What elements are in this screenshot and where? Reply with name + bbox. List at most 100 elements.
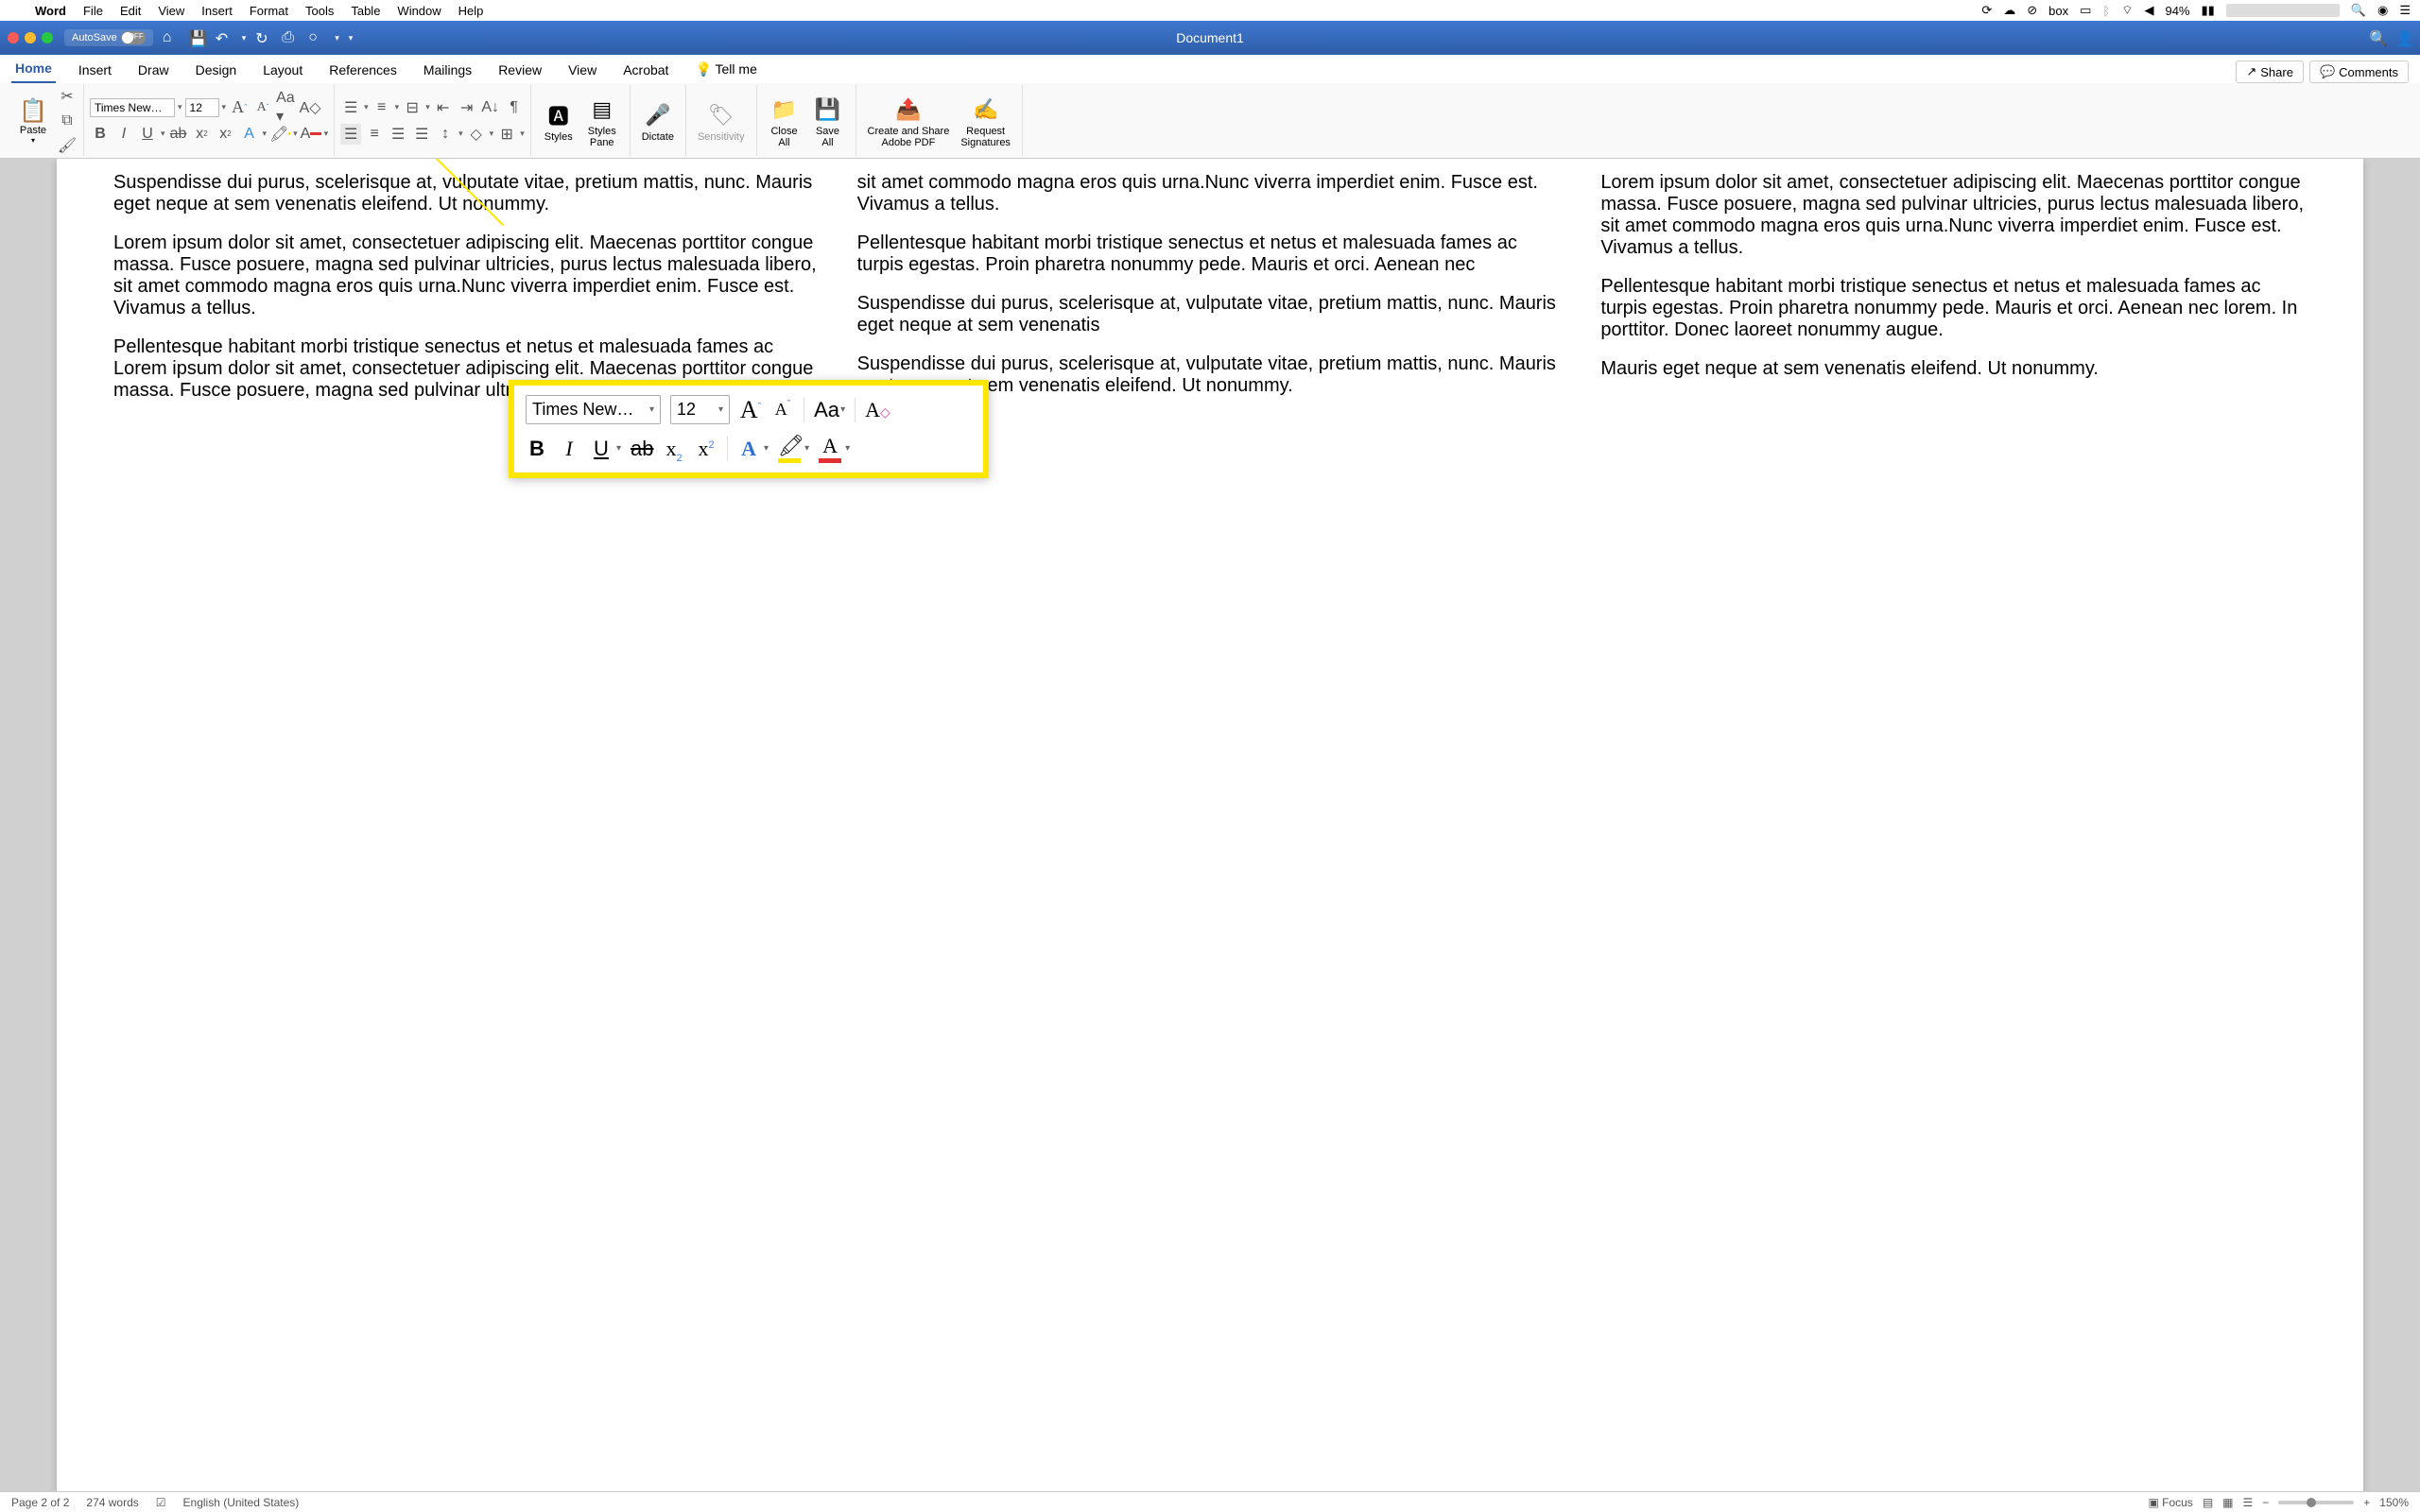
- save-icon[interactable]: 💾: [189, 29, 206, 46]
- tell-me[interactable]: 💡 Tell me: [691, 56, 760, 83]
- styles-gallery[interactable]: 🅰Styles: [537, 99, 580, 143]
- tab-home[interactable]: Home: [11, 55, 56, 83]
- cc-icon[interactable]: ⊘: [2027, 3, 2037, 18]
- comments-button[interactable]: 💬 Comments: [2309, 60, 2409, 83]
- shape-circle-icon[interactable]: ○: [308, 29, 325, 46]
- copy-icon[interactable]: ⧉: [57, 111, 78, 131]
- tab-layout[interactable]: Layout: [259, 57, 306, 83]
- chevron-down-icon[interactable]: ▾: [764, 443, 769, 454]
- page[interactable]: Suspendisse dui purus, scelerisque at, v…: [57, 159, 2363, 1491]
- menu-insert[interactable]: Insert: [201, 4, 233, 18]
- sync-icon[interactable]: ⟳: [1981, 3, 1992, 18]
- line-spacing-icon[interactable]: ↕: [435, 124, 456, 145]
- strikethrough-button[interactable]: ab: [168, 124, 189, 145]
- change-case-icon[interactable]: Aa ▾: [276, 97, 297, 118]
- siri-icon[interactable]: ◉: [2377, 3, 2388, 18]
- shape-chevron-icon[interactable]: ▾: [335, 33, 339, 43]
- clear-formatting-icon[interactable]: A◇: [300, 97, 320, 118]
- clear-formatting-icon[interactable]: A◇: [865, 398, 888, 422]
- redo-icon[interactable]: ↻: [255, 29, 272, 46]
- chevron-down-icon[interactable]: ▾: [644, 404, 660, 415]
- bold-button[interactable]: B: [90, 124, 111, 145]
- minimize-button[interactable]: [25, 32, 36, 43]
- share-button[interactable]: ↗ Share: [2236, 60, 2304, 83]
- change-case-icon[interactable]: Aa: [814, 398, 837, 422]
- italic-button[interactable]: I: [558, 437, 580, 461]
- superscript-button[interactable]: x2: [695, 437, 717, 461]
- format-painter-icon[interactable]: 🖌: [57, 135, 78, 156]
- subscript-button[interactable]: x2: [192, 124, 213, 145]
- page-indicator[interactable]: Page 2 of 2: [11, 1496, 69, 1509]
- print-icon[interactable]: ⎙: [282, 29, 299, 46]
- zoom-button[interactable]: [42, 32, 53, 43]
- menu-window[interactable]: Window: [397, 4, 441, 18]
- subscript-button[interactable]: x2: [663, 437, 685, 461]
- justify-icon[interactable]: ☰: [411, 124, 432, 145]
- autosave-toggle[interactable]: AutoSave OFF: [64, 29, 153, 46]
- proofing-icon[interactable]: ☑: [156, 1496, 166, 1509]
- tab-references[interactable]: References: [325, 57, 401, 83]
- bold-button[interactable]: B: [526, 437, 548, 461]
- fontcolor-chevron-icon[interactable]: ▾: [324, 129, 329, 139]
- underline-button[interactable]: U: [590, 437, 613, 461]
- decrease-indent-icon[interactable]: ⇤: [433, 97, 454, 118]
- superscript-button[interactable]: x2: [216, 124, 236, 145]
- styles-pane-button[interactable]: ▤Styles Pane: [580, 94, 624, 148]
- para[interactable]: Suspendisse dui purus, scelerisque at, v…: [113, 172, 820, 215]
- align-right-icon[interactable]: ☰: [388, 124, 408, 145]
- tab-acrobat[interactable]: Acrobat: [619, 57, 672, 83]
- callout-size-select[interactable]: [671, 396, 718, 423]
- bluetooth-icon[interactable]: ᛒ: [2102, 4, 2110, 18]
- highlight-icon[interactable]: 🖍: [269, 124, 290, 145]
- chevron-down-icon[interactable]: ▾: [713, 404, 729, 415]
- italic-button[interactable]: I: [113, 124, 134, 145]
- sort-icon[interactable]: A↓: [480, 97, 501, 118]
- control-center-icon[interactable]: ☰: [2399, 3, 2411, 18]
- para[interactable]: Pellentesque habitant morbi tristique se…: [857, 232, 1564, 276]
- close-all-button[interactable]: 📁Close All: [763, 94, 806, 148]
- undo-chevron-icon[interactable]: ▾: [242, 33, 247, 43]
- sensitivity-button[interactable]: 🏷Sensitivity: [692, 99, 751, 143]
- zoom-level[interactable]: 150%: [2379, 1496, 2409, 1509]
- menu-table[interactable]: Table: [351, 4, 380, 18]
- create-share-pdf-button[interactable]: 📤Create and Share Adobe PDF: [862, 94, 956, 148]
- menu-tools[interactable]: Tools: [305, 4, 334, 18]
- wifi-icon[interactable]: ⌔: [2121, 3, 2133, 18]
- para[interactable]: Suspendisse dui purus, scelerisque at, v…: [857, 293, 1564, 336]
- chevron-down-icon[interactable]: ▾: [616, 443, 621, 454]
- text-effects-icon[interactable]: A: [239, 124, 260, 145]
- tab-mailings[interactable]: Mailings: [420, 57, 475, 83]
- zoom-in-icon[interactable]: +: [2363, 1496, 2370, 1509]
- multilevel-icon[interactable]: ⊟: [402, 97, 423, 118]
- tab-draw[interactable]: Draw: [134, 57, 173, 83]
- shrink-font-icon[interactable]: Aˇ: [252, 97, 273, 118]
- menu-file[interactable]: File: [83, 4, 103, 18]
- numbering-icon[interactable]: ≡: [372, 97, 392, 118]
- font-name-select[interactable]: [90, 98, 175, 117]
- shrink-font-icon[interactable]: Aˇ: [771, 400, 794, 420]
- home-icon[interactable]: ⌂: [163, 29, 180, 46]
- language-indicator[interactable]: English (United States): [183, 1496, 300, 1509]
- text-effects-icon[interactable]: A: [737, 437, 760, 461]
- font-color-icon[interactable]: A: [819, 434, 841, 463]
- dictate-button[interactable]: 🎤Dictate: [636, 99, 680, 143]
- tab-view[interactable]: View: [564, 57, 600, 83]
- paste-button[interactable]: 📋 Paste ▾: [13, 97, 53, 145]
- close-button[interactable]: [8, 32, 19, 43]
- zoom-out-icon[interactable]: −: [2262, 1496, 2269, 1509]
- borders-icon[interactable]: ⊞: [496, 124, 517, 145]
- spotlight-icon[interactable]: 🔍: [2351, 3, 2366, 18]
- cloud-icon[interactable]: ☁: [2003, 3, 2015, 18]
- font-chevron-icon[interactable]: ▾: [178, 102, 182, 112]
- request-signatures-button[interactable]: ✍Request Signatures: [955, 94, 1016, 148]
- size-chevron-icon[interactable]: ▾: [222, 102, 227, 112]
- font-size-select[interactable]: [185, 98, 219, 117]
- save-all-button[interactable]: 💾Save All: [806, 94, 850, 148]
- strikethrough-button[interactable]: ab: [631, 437, 653, 461]
- read-mode-icon[interactable]: ▤: [2203, 1496, 2213, 1509]
- para[interactable]: Pellentesque habitant morbi tristique se…: [1600, 276, 2307, 341]
- app-name[interactable]: Word: [35, 4, 66, 18]
- menu-view[interactable]: View: [158, 4, 184, 18]
- effects-chevron-icon[interactable]: ▾: [263, 129, 268, 139]
- focus-mode-button[interactable]: ▣ Focus: [2148, 1496, 2192, 1509]
